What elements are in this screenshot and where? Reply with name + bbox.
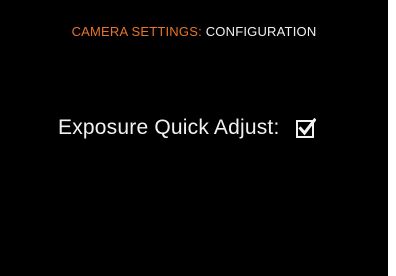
header-page-label: CONFIGURATION — [205, 24, 317, 39]
exposure-quick-adjust-checkbox[interactable] — [295, 118, 316, 138]
checkbox-checked-icon — [295, 118, 316, 138]
screen-header: CAMERA SETTINGS: CONFIGURATION — [0, 24, 388, 39]
exposure-quick-adjust-label: Exposure Quick Adjust: — [58, 116, 280, 139]
camera-config-screen: CAMERA SETTINGS: CONFIGURATION Exposure … — [0, 0, 388, 276]
header-section-label: CAMERA SETTINGS: — [71, 24, 202, 39]
exposure-quick-adjust-row[interactable]: Exposure Quick Adjust: — [58, 116, 316, 140]
